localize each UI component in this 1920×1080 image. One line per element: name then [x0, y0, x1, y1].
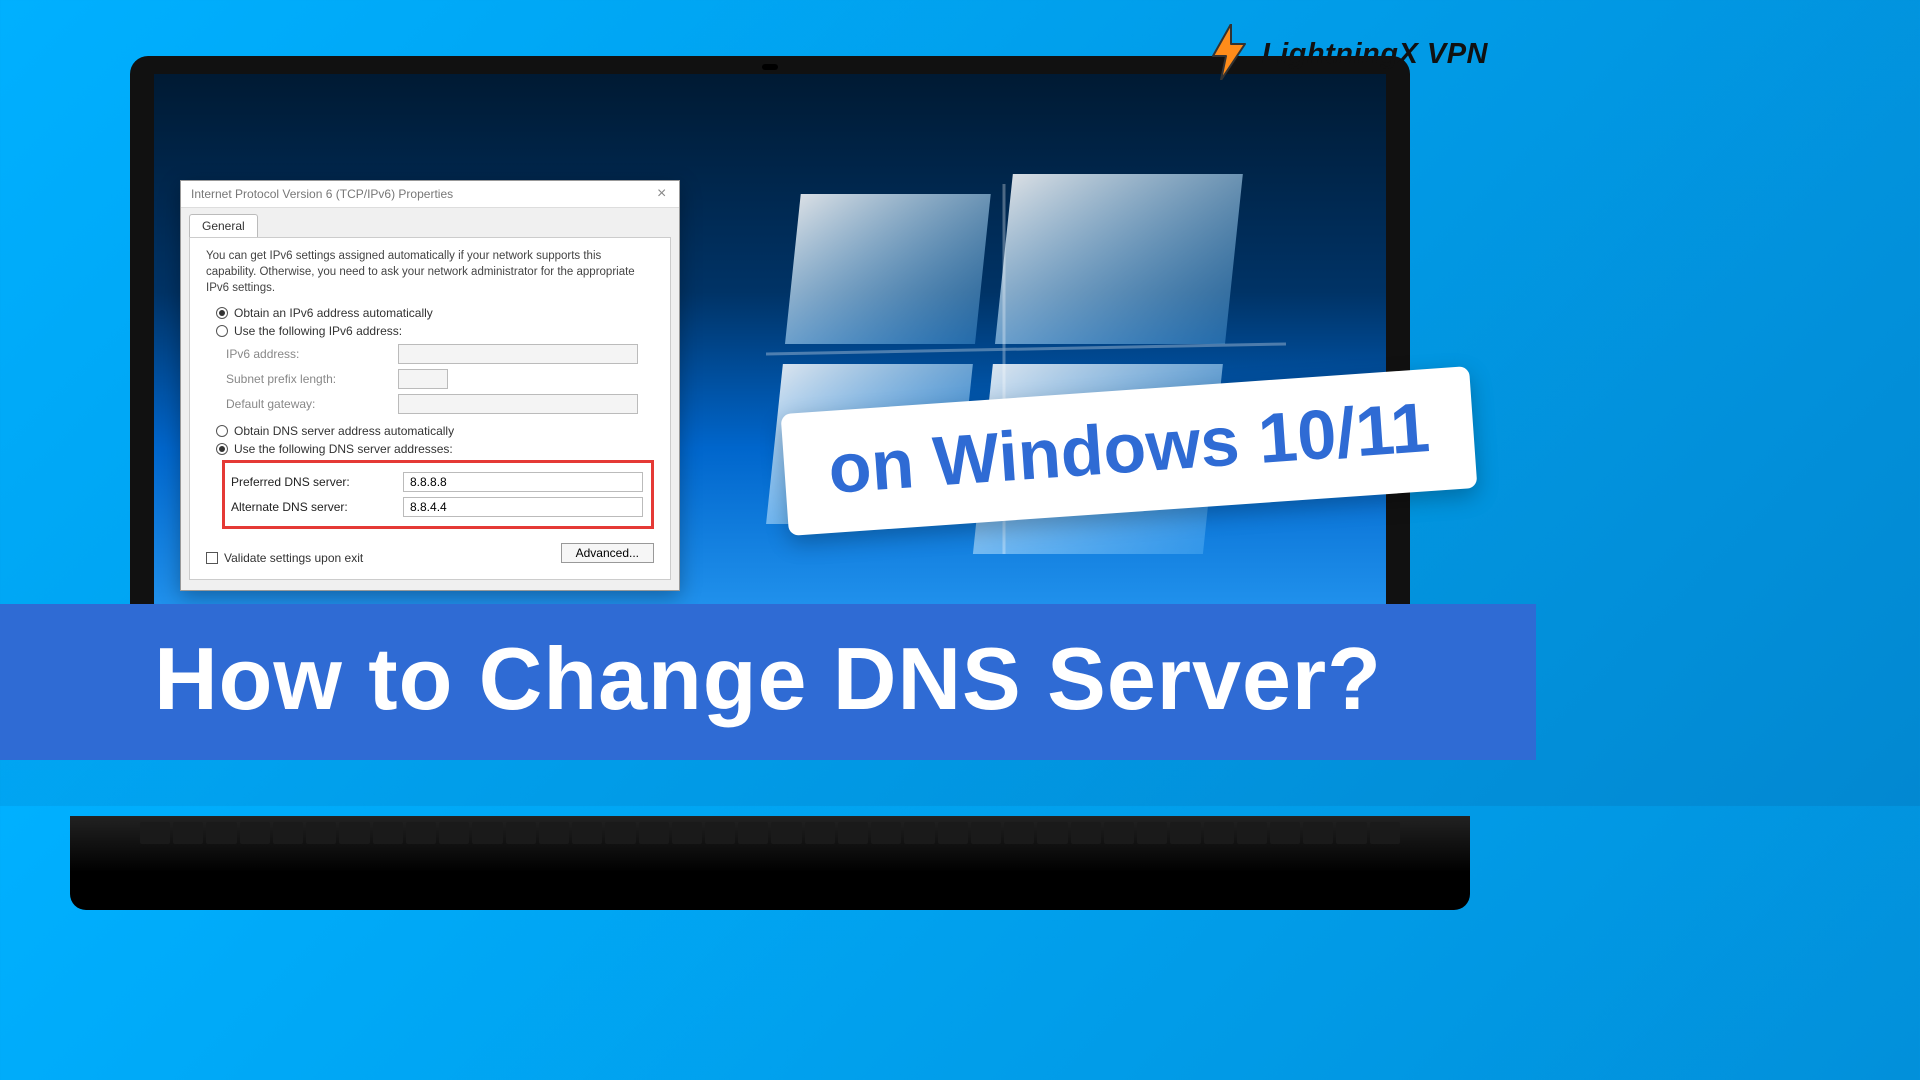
radio-auto-dns-label: Obtain DNS server address automatically — [234, 424, 454, 438]
checkbox-validate-label: Validate settings upon exit — [224, 551, 363, 565]
webcam-icon — [762, 64, 778, 70]
tab-general[interactable]: General — [189, 214, 258, 237]
radio-checked-icon — [216, 443, 228, 455]
label-preferred-dns: Preferred DNS server: — [231, 475, 391, 489]
headline-title: How to Change DNS Server? — [0, 604, 1536, 760]
radio-manual-ip[interactable]: Use the following IPv6 address: — [216, 324, 654, 338]
input-preferred-dns[interactable] — [403, 472, 643, 492]
input-ipv6-address — [398, 344, 638, 364]
dialog-title: Internet Protocol Version 6 (TCP/IPv6) P… — [191, 187, 453, 201]
radio-auto-ip-label: Obtain an IPv6 address automatically — [234, 306, 433, 320]
input-default-gateway — [398, 394, 638, 414]
dns-highlight-frame: Preferred DNS server: Alternate DNS serv… — [222, 460, 654, 529]
ipv6-properties-dialog: Internet Protocol Version 6 (TCP/IPv6) P… — [180, 180, 680, 591]
label-default-gateway: Default gateway: — [226, 397, 386, 411]
dialog-titlebar[interactable]: Internet Protocol Version 6 (TCP/IPv6) P… — [181, 181, 679, 208]
radio-manual-dns-label: Use the following DNS server addresses: — [234, 442, 453, 456]
brand-name: LightningX VPN — [1262, 38, 1488, 71]
brand-logo: LightningX VPN — [1206, 24, 1488, 85]
laptop-base — [70, 816, 1470, 910]
radio-manual-dns[interactable]: Use the following DNS server addresses: — [216, 442, 654, 456]
label-alternate-dns: Alternate DNS server: — [231, 500, 391, 514]
advanced-button[interactable]: Advanced... — [561, 543, 654, 563]
checkbox-unchecked-icon — [206, 552, 218, 564]
label-subnet-prefix: Subnet prefix length: — [226, 372, 386, 386]
lightning-bolt-icon — [1206, 24, 1252, 85]
dialog-intro-text: You can get IPv6 settings assigned autom… — [206, 248, 654, 296]
radio-manual-ip-label: Use the following IPv6 address: — [234, 324, 402, 338]
radio-unchecked-icon — [216, 325, 228, 337]
close-icon[interactable]: × — [657, 188, 669, 200]
radio-auto-ip[interactable]: Obtain an IPv6 address automatically — [216, 306, 654, 320]
radio-unchecked-icon — [216, 425, 228, 437]
input-alternate-dns[interactable] — [403, 497, 643, 517]
checkbox-validate-settings[interactable]: Validate settings upon exit — [206, 551, 363, 565]
input-subnet-prefix — [398, 369, 448, 389]
radio-auto-dns[interactable]: Obtain DNS server address automatically — [216, 424, 654, 438]
label-ipv6-address: IPv6 address: — [226, 347, 386, 361]
radio-checked-icon — [216, 307, 228, 319]
